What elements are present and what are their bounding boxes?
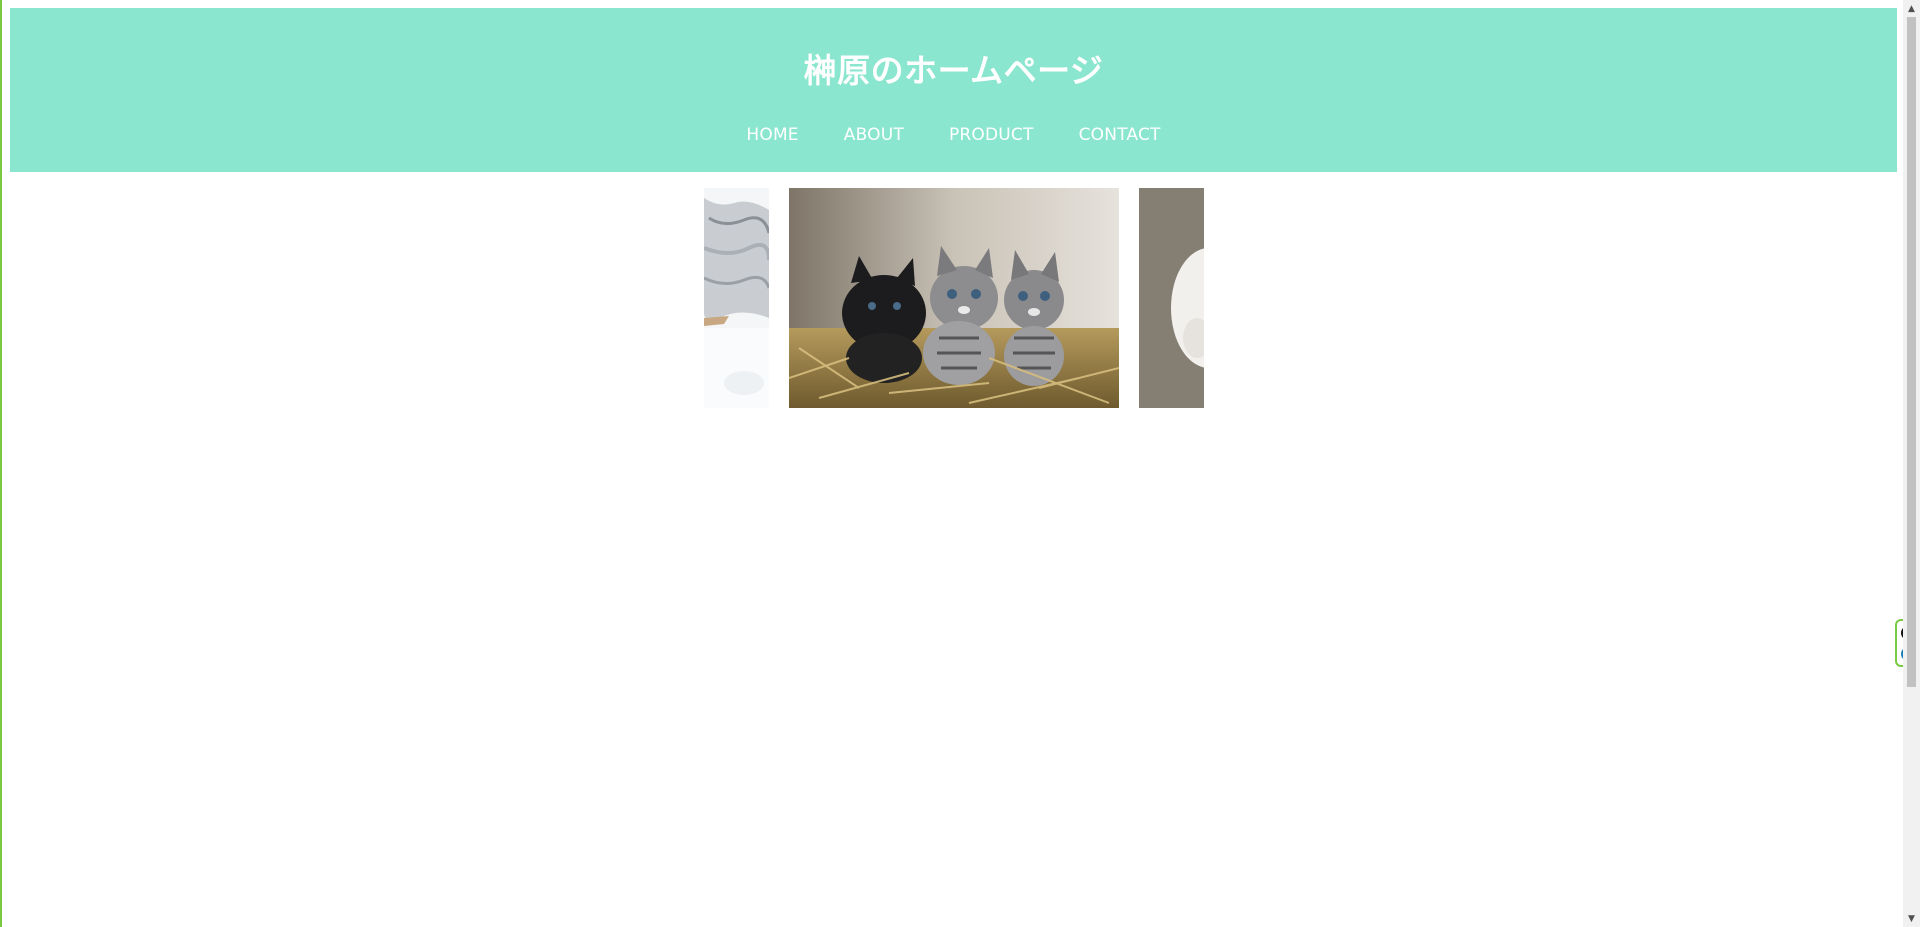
slide-kittens[interactable] xyxy=(789,188,1119,408)
site-header: 榊原のホームページ HOME ABOUT PRODUCT CONTACT xyxy=(10,8,1897,172)
main-nav: HOME ABOUT PRODUCT CONTACT xyxy=(10,125,1897,145)
slide-snow[interactable] xyxy=(704,188,769,408)
page-frame: 榊原のホームページ HOME ABOUT PRODUCT CONTACT ▲ ▼ xyxy=(0,0,1920,927)
vertical-scrollbar[interactable]: ▲ ▼ xyxy=(1903,0,1920,927)
nav-link-contact[interactable]: CONTACT xyxy=(1079,125,1161,145)
kittens-image xyxy=(789,188,1119,408)
nav-link-product[interactable]: PRODUCT xyxy=(949,125,1034,145)
white-cat-image xyxy=(1139,188,1204,408)
scroll-up-arrow-icon[interactable]: ▲ xyxy=(1903,0,1920,17)
nav-item-about: ABOUT xyxy=(844,125,904,145)
slide-white-cat[interactable] xyxy=(1139,188,1204,408)
nav-item-contact: CONTACT xyxy=(1079,125,1161,145)
nav-link-home[interactable]: HOME xyxy=(746,125,798,145)
snow-image xyxy=(704,188,769,408)
scroll-thumb[interactable] xyxy=(1907,17,1916,687)
site-title: 榊原のホームページ xyxy=(803,51,1104,90)
scroll-down-arrow-icon[interactable]: ▼ xyxy=(1903,910,1920,927)
nav-item-product: PRODUCT xyxy=(949,125,1034,145)
image-slider[interactable] xyxy=(2,188,1920,408)
nav-link-about[interactable]: ABOUT xyxy=(844,125,904,145)
nav-item-home: HOME xyxy=(746,125,798,145)
